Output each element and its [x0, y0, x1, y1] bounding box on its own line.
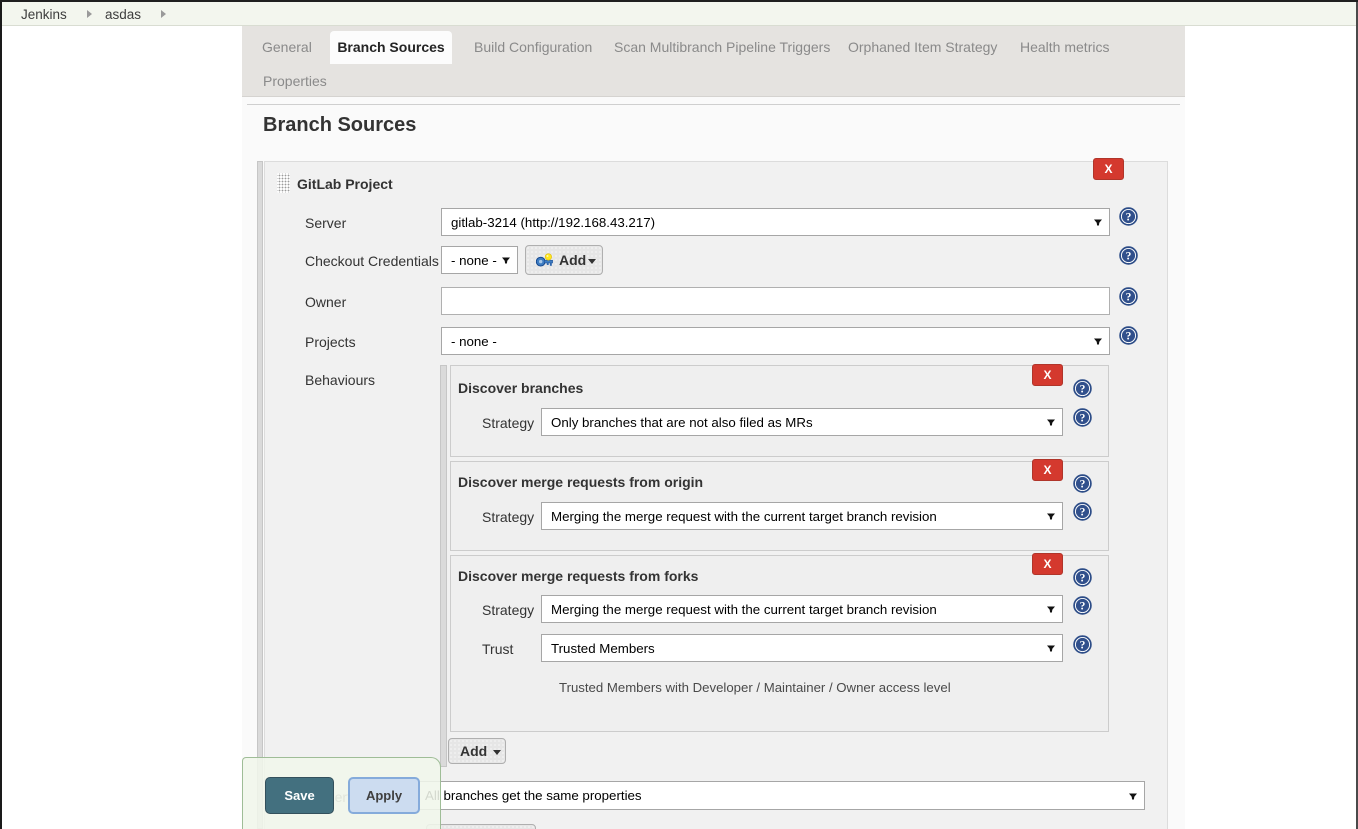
svg-text:?: ? — [1080, 601, 1086, 613]
svg-text:?: ? — [1080, 507, 1086, 519]
svg-text:?: ? — [1126, 292, 1132, 304]
svg-text:?: ? — [1126, 212, 1132, 224]
svg-text:?: ? — [1126, 331, 1132, 343]
svg-text:?: ? — [1080, 384, 1086, 396]
svg-text:?: ? — [1080, 640, 1086, 652]
svg-text:?: ? — [1126, 251, 1132, 263]
svg-text:?: ? — [1080, 573, 1086, 585]
svg-text:?: ? — [1080, 413, 1086, 425]
svg-text:?: ? — [1080, 479, 1086, 491]
